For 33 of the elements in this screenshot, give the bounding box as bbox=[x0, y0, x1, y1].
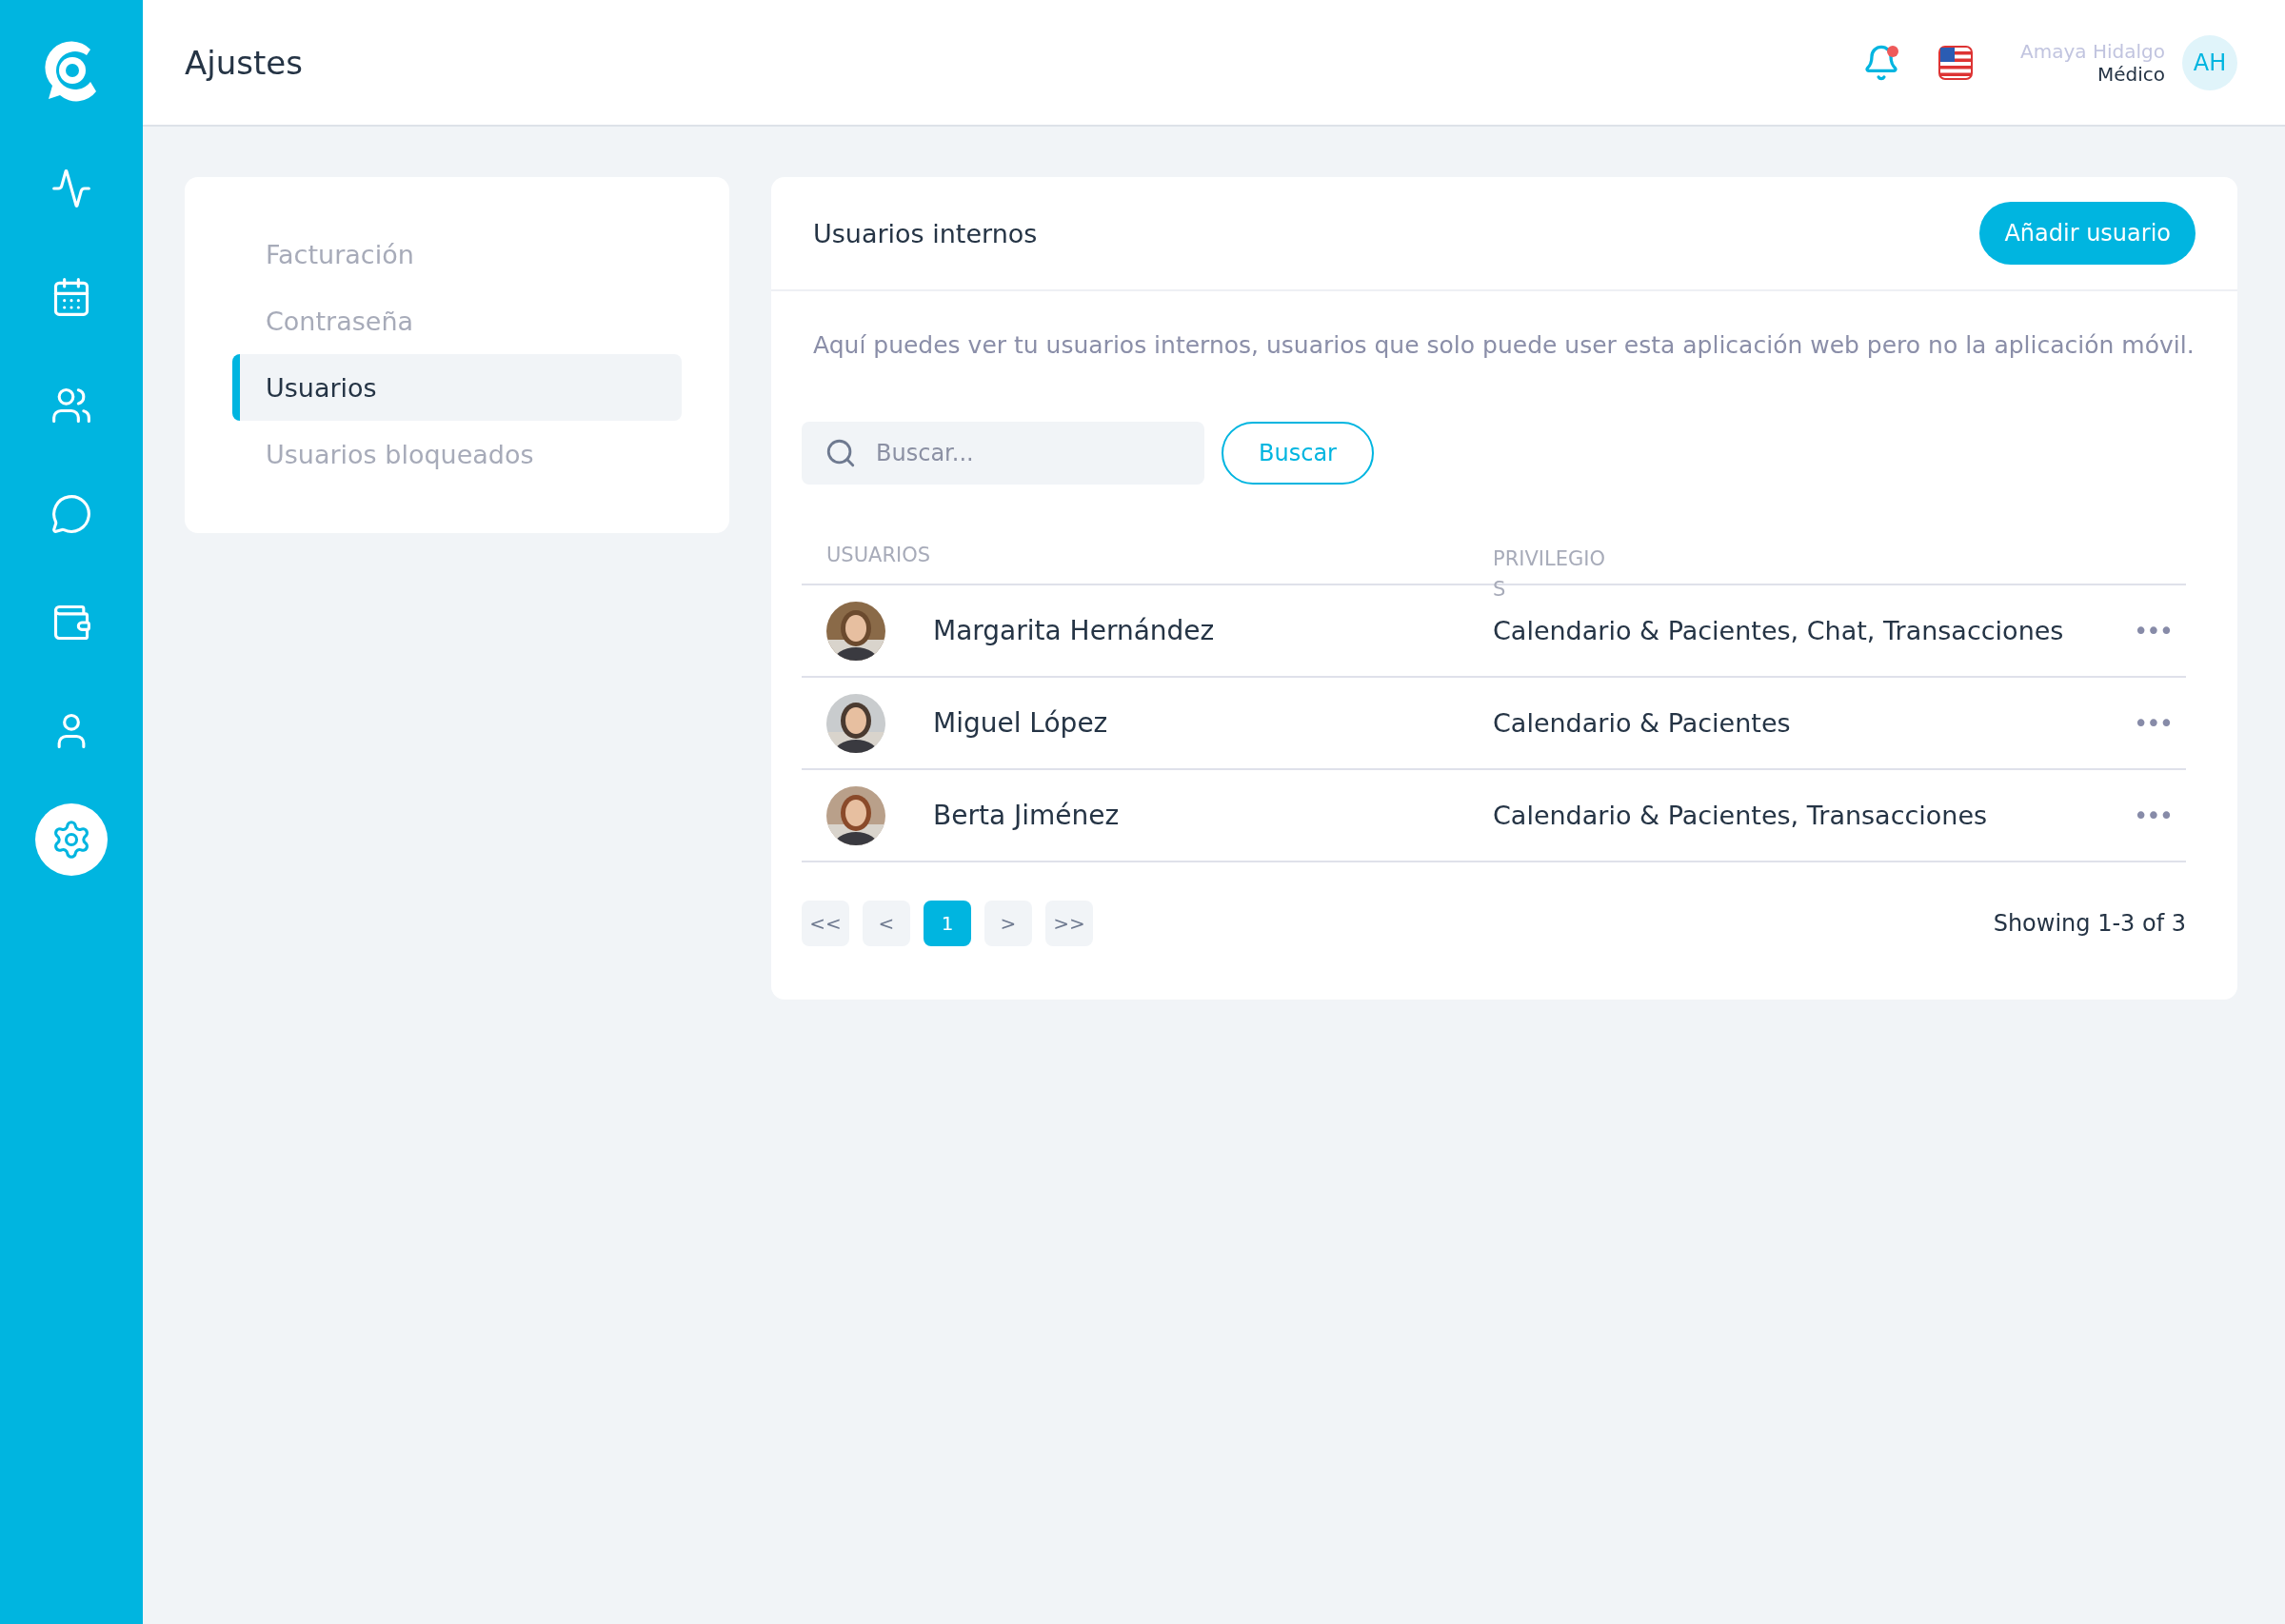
settings-menu-item[interactable]: Usuarios bloqueados bbox=[232, 421, 682, 487]
user-name-cell-text: Miguel López bbox=[933, 707, 1109, 739]
user-name-cell-text: Berta Jiménez bbox=[933, 800, 1121, 831]
last-page-button[interactable]: >> bbox=[1045, 901, 1093, 946]
settings-menu-item[interactable]: Usuarios bbox=[232, 354, 682, 421]
add-user-button[interactable]: Añadir usuario bbox=[1979, 202, 2196, 265]
search-field[interactable]: Buscar... bbox=[802, 422, 1204, 485]
column-header: PRIVILEGIOS bbox=[1493, 546, 1606, 603]
panel-description: Aquí puedes ver tu usuarios internos, usuarios que solo puede user esta aplicación web pero no la aplicación móvil. bbox=[813, 331, 2196, 359]
user-role: Médico bbox=[2096, 62, 2165, 86]
panel-title: Usuarios internos bbox=[813, 218, 1038, 248]
privileges-cell-text: Calendario & Pacientes bbox=[1493, 708, 1792, 738]
settings-menu-item[interactable]: Contraseña bbox=[232, 287, 682, 354]
more-options-button[interactable]: ••• bbox=[2119, 615, 2186, 646]
previous-page-button[interactable]: < bbox=[863, 901, 910, 946]
privileges-cell-text: Calendario & Pacientes, Chat, Transacciones bbox=[1493, 616, 2065, 645]
next-page-button[interactable]: > bbox=[984, 901, 1032, 946]
column-header: USUARIOS bbox=[826, 544, 932, 568]
pulse-icon bbox=[50, 168, 92, 209]
page-button[interactable]: 1 bbox=[924, 901, 971, 946]
page-title: Ajustes bbox=[185, 43, 304, 82]
chat-bubble-icon bbox=[50, 493, 92, 535]
user-name-cell-text: Margarita Hernández bbox=[933, 615, 1216, 646]
pagination-summary: Showing 1-3 of 3 bbox=[1993, 910, 2186, 937]
user-avatar[interactable]: AH bbox=[2182, 34, 2237, 90]
settings-menu-item[interactable]: Facturación bbox=[232, 221, 682, 287]
search-button[interactable]: Buscar bbox=[1222, 422, 1374, 485]
first-page-button[interactable]: << bbox=[802, 901, 849, 946]
user-name: Amaya Hidalgo bbox=[2020, 39, 2165, 63]
more-options-button[interactable]: ••• bbox=[2119, 707, 2186, 739]
more-options-button[interactable]: ••• bbox=[2119, 800, 2186, 831]
privileges-cell-text: Calendario & Pacientes, Transacciones bbox=[1493, 801, 1989, 830]
flag-icon[interactable] bbox=[1938, 45, 1974, 80]
